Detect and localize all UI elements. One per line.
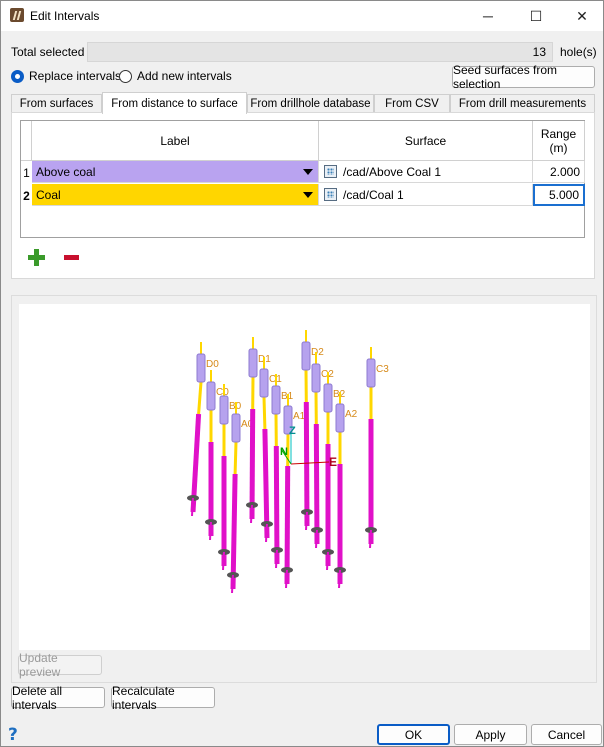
seed-surfaces-button[interactable]: Seed surfaces from selection: [452, 63, 595, 91]
dropdown-arrow-icon[interactable]: [303, 192, 313, 198]
hole-tip: [231, 574, 234, 594]
minimize-button[interactable]: ─: [465, 1, 511, 31]
app-icon: [10, 8, 24, 22]
hole-tip: [222, 551, 225, 571]
title-bar: Edit Intervals ─ ☐ ✕: [1, 1, 603, 31]
tab-from-drillhole-database[interactable]: From drillhole database: [247, 94, 374, 113]
tab-panel: Label Surface Range (m) 1 Above coal /ca…: [11, 112, 595, 279]
n-axis-label: N: [280, 446, 288, 458]
add-row-plus-icon[interactable]: [28, 249, 45, 266]
3d-preview-viewport[interactable]: D0C0B0A0D1C1B1A1D2C2B2A2C3ZEN: [19, 304, 590, 650]
drillhole-trace: [273, 445, 280, 565]
drillhole-trace: [303, 401, 310, 527]
drillhole-preview-svg: D0C0B0A0D1C1B1A1D2C2B2A2C3ZEN: [187, 330, 389, 594]
surface-cell[interactable]: /cad/Above Coal 1: [319, 161, 533, 183]
dropdown-arrow-icon[interactable]: [303, 169, 313, 175]
hole-tip: [209, 521, 212, 541]
above-coal-interval: [206, 381, 216, 411]
help-icon[interactable]: ?: [8, 725, 18, 745]
above-coal-interval: [366, 358, 376, 388]
replace-intervals-radio[interactable]: Replace intervals: [11, 69, 121, 83]
surface-path: /cad/Above Coal 1: [343, 164, 442, 179]
delete-all-intervals-button[interactable]: Delete all intervals: [11, 684, 105, 712]
tab-from-csv[interactable]: From CSV: [374, 94, 450, 113]
above-coal-interval: [301, 341, 311, 371]
hole-label: A2: [345, 409, 358, 420]
hole-tip: [305, 511, 308, 531]
above-coal-interval: [311, 363, 321, 393]
update-preview-button[interactable]: Update preview: [18, 651, 102, 679]
range-input[interactable]: 5.000: [533, 184, 585, 206]
label-dropdown[interactable]: Coal: [32, 184, 319, 206]
tab-from-drill-measurements[interactable]: From drill measurements: [450, 94, 595, 113]
hole-label: D0: [206, 359, 219, 370]
hole-tip: [315, 529, 318, 549]
surface-icon: [324, 165, 337, 178]
above-coal-interval: [219, 395, 229, 425]
ok-button[interactable]: OK: [377, 724, 450, 745]
coal-interval: [262, 396, 267, 430]
hole-tip: [250, 504, 253, 524]
above-coal-interval: [323, 383, 333, 413]
above-coal-interval: [248, 348, 258, 378]
e-axis-label: E: [329, 455, 337, 469]
hole-label: A1: [293, 411, 306, 422]
drillhole-trace: [230, 473, 238, 590]
range-column-header[interactable]: Range (m): [533, 121, 585, 161]
remove-row-minus-icon[interactable]: [64, 255, 79, 260]
row-header-corner: [21, 121, 32, 161]
replace-intervals-label: Replace intervals: [29, 69, 122, 83]
surface-cell[interactable]: /cad/Coal 1: [319, 184, 533, 206]
coal-interval: [233, 441, 238, 475]
row-number: 1: [23, 166, 30, 180]
above-coal-interval: [196, 353, 206, 383]
label-value: Above coal: [36, 164, 96, 179]
total-selected-label: Total selected: [11, 45, 85, 59]
cancel-button[interactable]: Cancel: [531, 724, 602, 745]
recalculate-intervals-button[interactable]: Recalculate intervals: [111, 684, 215, 712]
tab-from-distance-to-surface[interactable]: From distance to surface: [102, 92, 247, 114]
label-column-header[interactable]: Label: [32, 121, 319, 161]
above-coal-interval: [335, 403, 345, 433]
range-cell[interactable]: 2.000: [533, 161, 585, 183]
maximize-button[interactable]: ☐: [513, 1, 559, 31]
surface-column-header[interactable]: Surface: [319, 121, 533, 161]
hole-tip: [338, 569, 341, 589]
hole-label: C3: [376, 364, 389, 375]
label-value: Coal: [36, 187, 61, 202]
surface-icon: [324, 188, 337, 201]
tab-from-surfaces[interactable]: From surfaces: [11, 94, 102, 113]
z-axis-label: Z: [289, 425, 296, 437]
e-axis-line: [290, 461, 330, 465]
hole-label: D2: [311, 347, 324, 358]
hole-tip: [326, 551, 329, 571]
apply-button[interactable]: Apply: [454, 724, 527, 745]
hole-tip: [369, 529, 372, 549]
add-new-intervals-radio[interactable]: Add new intervals: [119, 69, 232, 83]
hole-tip: [265, 523, 268, 543]
radio-selected-icon: [11, 69, 24, 83]
edit-intervals-window: Edit Intervals ─ ☐ ✕ Total selected 13 h…: [0, 0, 604, 747]
hole-tip: [275, 549, 278, 569]
coal-interval: [197, 381, 203, 415]
tab-bar: From surfaces From distance to surface F…: [11, 92, 595, 114]
row-number: 2: [23, 189, 30, 203]
add-new-intervals-label: Add new intervals: [137, 69, 232, 83]
preview-panel: D0C0B0A0D1C1B1A1D2C2B2A2C3ZEN Update pre…: [11, 295, 597, 683]
close-button[interactable]: ✕: [559, 1, 604, 31]
radio-unselected-icon: [119, 69, 132, 83]
above-coal-interval: [259, 368, 269, 398]
selected-count-field: 13: [87, 42, 553, 62]
holes-unit-label: hole(s): [560, 45, 597, 59]
label-dropdown[interactable]: Above coal: [32, 161, 319, 183]
intervals-table: Label Surface Range (m) 1 Above coal /ca…: [20, 120, 585, 238]
above-coal-interval: [231, 413, 241, 443]
surface-path: /cad/Coal 1: [343, 187, 404, 202]
drillhole-trace: [313, 423, 320, 545]
hole-tip: [191, 497, 194, 517]
window-title: Edit Intervals: [30, 9, 100, 23]
drillhole-trace: [284, 465, 291, 585]
hole-tip: [285, 569, 288, 589]
above-coal-interval: [271, 385, 281, 415]
